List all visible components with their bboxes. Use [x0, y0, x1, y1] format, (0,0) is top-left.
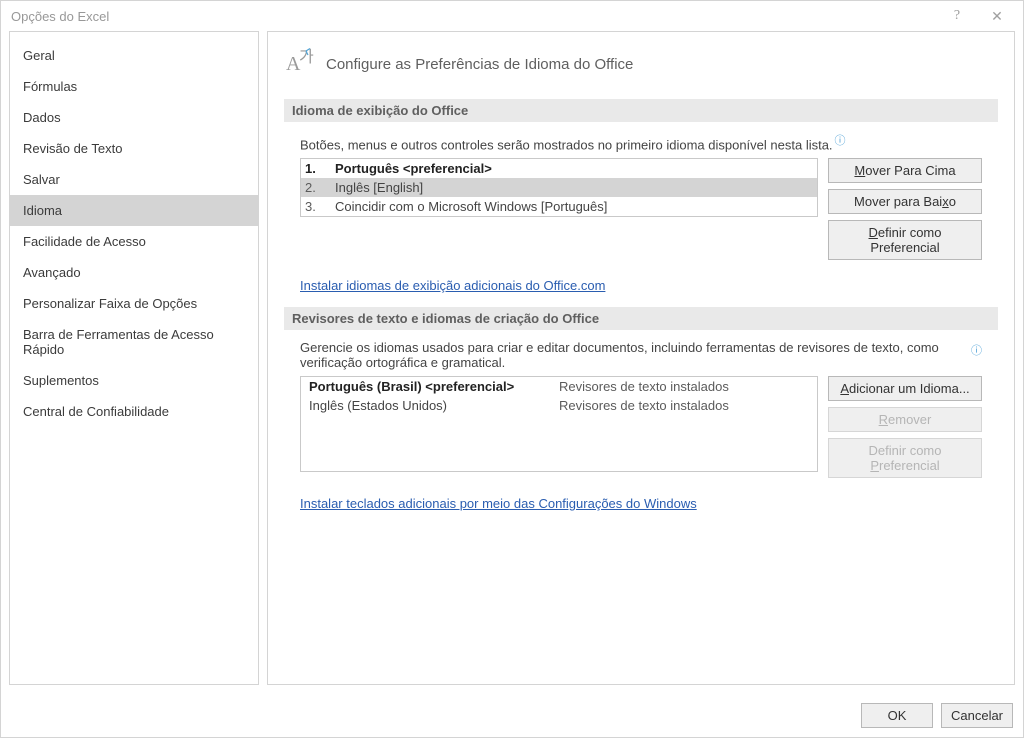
section-title-proofing: Revisores de texto e idiomas de criação …	[284, 307, 998, 330]
excel-options-window: Opções do Excel ? ✕ Geral Fórmulas Dados…	[0, 0, 1024, 738]
sidebar-item-suplementos[interactable]: Suplementos	[10, 365, 258, 396]
proofing-language-status: Revisores de texto instalados	[559, 398, 809, 413]
sidebar-item-central-confiabilidade[interactable]: Central de Confiabilidade	[10, 396, 258, 427]
proofing-language-list[interactable]: Português (Brasil) <preferencial> Reviso…	[300, 376, 818, 472]
info-icon[interactable]: ⓘ	[835, 135, 846, 147]
dialog-footer: OK Cancelar	[1, 693, 1023, 737]
set-preferred-display-button[interactable]: Definir como Preferencial	[828, 220, 982, 260]
list-item-number: 2.	[305, 180, 321, 195]
proofing-language-name: Português (Brasil) <preferencial>	[309, 379, 559, 394]
window-title: Opções do Excel	[11, 9, 937, 24]
proofing-language-item[interactable]: Português (Brasil) <preferencial> Reviso…	[301, 377, 817, 396]
list-item-label: Inglês [English]	[335, 180, 423, 195]
list-item-number: 1.	[305, 161, 321, 176]
list-item-number: 3.	[305, 199, 321, 214]
display-language-item[interactable]: 2. Inglês [English]	[301, 178, 817, 197]
content-panel: A 가 Configure as Preferências de Idioma …	[267, 31, 1015, 685]
sidebar-item-label: Avançado	[23, 265, 81, 280]
sidebar-item-label: Suplementos	[23, 373, 99, 388]
section-title-display: Idioma de exibição do Office	[284, 99, 998, 122]
titlebar: Opções do Excel ? ✕	[1, 1, 1023, 31]
sidebar-item-barra-ferramentas[interactable]: Barra de Ferramentas de Acesso Rápido	[10, 319, 258, 365]
sidebar-item-idioma[interactable]: Idioma	[10, 195, 258, 226]
set-preferred-proofing-button: Definir como Preferencial	[828, 438, 982, 478]
panel-heading: A 가 Configure as Preferências de Idioma …	[284, 48, 998, 81]
display-button-column: Mover Para Cima Mover para Baixo Definir…	[828, 158, 982, 260]
sidebar-item-facilidade-de-acesso[interactable]: Facilidade de Acesso	[10, 226, 258, 257]
display-language-item[interactable]: 3. Coincidir com o Microsoft Windows [Po…	[301, 197, 817, 216]
list-item-label: Coincidir com o Microsoft Windows [Portu…	[335, 199, 607, 214]
proofing-language-status: Revisores de texto instalados	[559, 379, 809, 394]
language-icon: A 가	[284, 48, 314, 81]
sidebar-item-label: Idioma	[23, 203, 62, 218]
sidebar-item-geral[interactable]: Geral	[10, 40, 258, 71]
move-up-button[interactable]: Mover Para Cima	[828, 158, 982, 183]
proofing-language-item[interactable]: Inglês (Estados Unidos) Revisores de tex…	[301, 396, 817, 415]
sidebar-item-dados[interactable]: Dados	[10, 102, 258, 133]
add-language-button[interactable]: Adicionar um Idioma...	[828, 376, 982, 401]
ok-button[interactable]: OK	[861, 703, 933, 728]
sidebar-item-avancado[interactable]: Avançado	[10, 257, 258, 288]
options-sidebar: Geral Fórmulas Dados Revisão de Texto Sa…	[9, 31, 259, 685]
sidebar-item-formulas[interactable]: Fórmulas	[10, 71, 258, 102]
sidebar-item-revisao-de-texto[interactable]: Revisão de Texto	[10, 133, 258, 164]
install-display-languages-link[interactable]: Instalar idiomas de exibição adicionais …	[300, 278, 605, 293]
display-language-item[interactable]: 1. Português <preferencial>	[301, 159, 817, 178]
move-down-button[interactable]: Mover para Baixo	[828, 189, 982, 214]
info-icon[interactable]: ⓘ	[971, 342, 982, 358]
help-button[interactable]: ?	[937, 1, 977, 31]
sidebar-item-label: Personalizar Faixa de Opções	[23, 296, 197, 311]
sidebar-item-label: Salvar	[23, 172, 60, 187]
sidebar-item-label: Fórmulas	[23, 79, 77, 94]
sidebar-item-label: Geral	[23, 48, 55, 63]
remove-language-button: Remover	[828, 407, 982, 432]
sidebar-item-label: Facilidade de Acesso	[23, 234, 146, 249]
display-description: Botões, menus e outros controles serão m…	[300, 132, 982, 152]
sidebar-item-label: Central de Confiabilidade	[23, 404, 169, 419]
install-keyboards-link[interactable]: Instalar teclados adicionais por meio da…	[300, 496, 697, 511]
display-language-list[interactable]: 1. Português <preferencial> 2. Inglês [E…	[300, 158, 818, 217]
proofing-button-column: Adicionar um Idioma... Remover Definir c…	[828, 376, 982, 478]
close-button[interactable]: ✕	[977, 1, 1017, 31]
proofing-description: Gerencie os idiomas usados para criar e …	[300, 340, 961, 370]
proofing-language-name: Inglês (Estados Unidos)	[309, 398, 559, 413]
panel-title: Configure as Preferências de Idioma do O…	[326, 56, 633, 73]
sidebar-item-label: Revisão de Texto	[23, 141, 123, 156]
sidebar-item-salvar[interactable]: Salvar	[10, 164, 258, 195]
cancel-button[interactable]: Cancelar	[941, 703, 1013, 728]
sidebar-item-label: Dados	[23, 110, 61, 125]
sidebar-item-label: Barra de Ferramentas de Acesso Rápido	[23, 327, 214, 357]
sidebar-item-personalizar-faixa[interactable]: Personalizar Faixa de Opções	[10, 288, 258, 319]
list-item-label: Português <preferencial>	[335, 161, 492, 176]
